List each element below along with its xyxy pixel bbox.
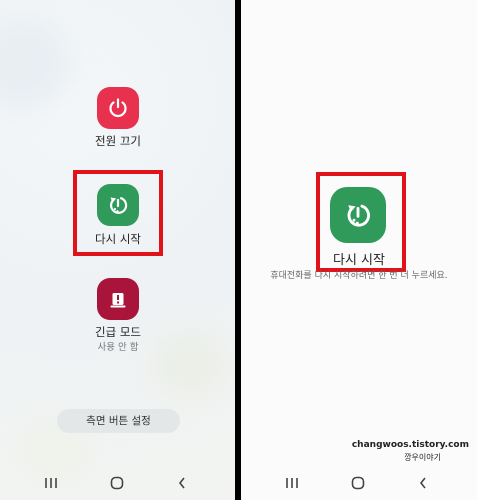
- navigation-bar: [0, 466, 235, 500]
- home-icon: [110, 476, 124, 490]
- restart-button[interactable]: [97, 184, 139, 226]
- recents-icon: [45, 478, 57, 488]
- emergency-mode-label: 긴급 모드: [95, 325, 141, 339]
- restart-confirm-button[interactable]: [330, 187, 386, 243]
- emergency-mode-status: 사용 안 함: [97, 342, 139, 353]
- recents-icon: [286, 478, 298, 488]
- watermark-url: changwoos.tistory.com: [351, 440, 469, 450]
- emergency-icon: [110, 293, 126, 308]
- background-blob: [0, 20, 70, 110]
- power-icon: [109, 98, 127, 118]
- side-button-settings-button[interactable]: 측면 버튼 설정: [57, 409, 180, 433]
- emergency-mode-button[interactable]: [97, 278, 139, 320]
- back-icon: [419, 477, 426, 489]
- restart-confirm-panel: 다시 시작 휴대전화를 다시 시작하려면 한 번 더 누르세요. changwo…: [241, 0, 477, 500]
- power-off-button[interactable]: [97, 87, 139, 129]
- restart-hint-text: 휴대전화를 다시 시작하려면 한 번 더 누르세요.: [270, 271, 448, 281]
- restart-icon: [347, 204, 371, 227]
- back-button[interactable]: [173, 474, 191, 492]
- watermark-name: 깡우이야기: [404, 453, 441, 462]
- home-button[interactable]: [108, 474, 126, 492]
- power-menu-panel: 전원 끄기 다시 시작 긴급 모드 사용 안 함 측면 버튼 설정: [0, 0, 235, 500]
- home-icon: [351, 476, 365, 490]
- recent-apps-button[interactable]: [283, 474, 301, 492]
- restart-confirm-label: 다시 시작: [333, 253, 385, 268]
- recent-apps-button[interactable]: [42, 474, 60, 492]
- navigation-bar: [241, 466, 477, 500]
- power-off-label: 전원 끄기: [95, 134, 141, 148]
- back-icon: [178, 477, 185, 489]
- home-button[interactable]: [349, 474, 367, 492]
- back-button[interactable]: [414, 474, 432, 492]
- restart-label: 다시 시작: [95, 232, 141, 246]
- restart-icon: [110, 197, 128, 214]
